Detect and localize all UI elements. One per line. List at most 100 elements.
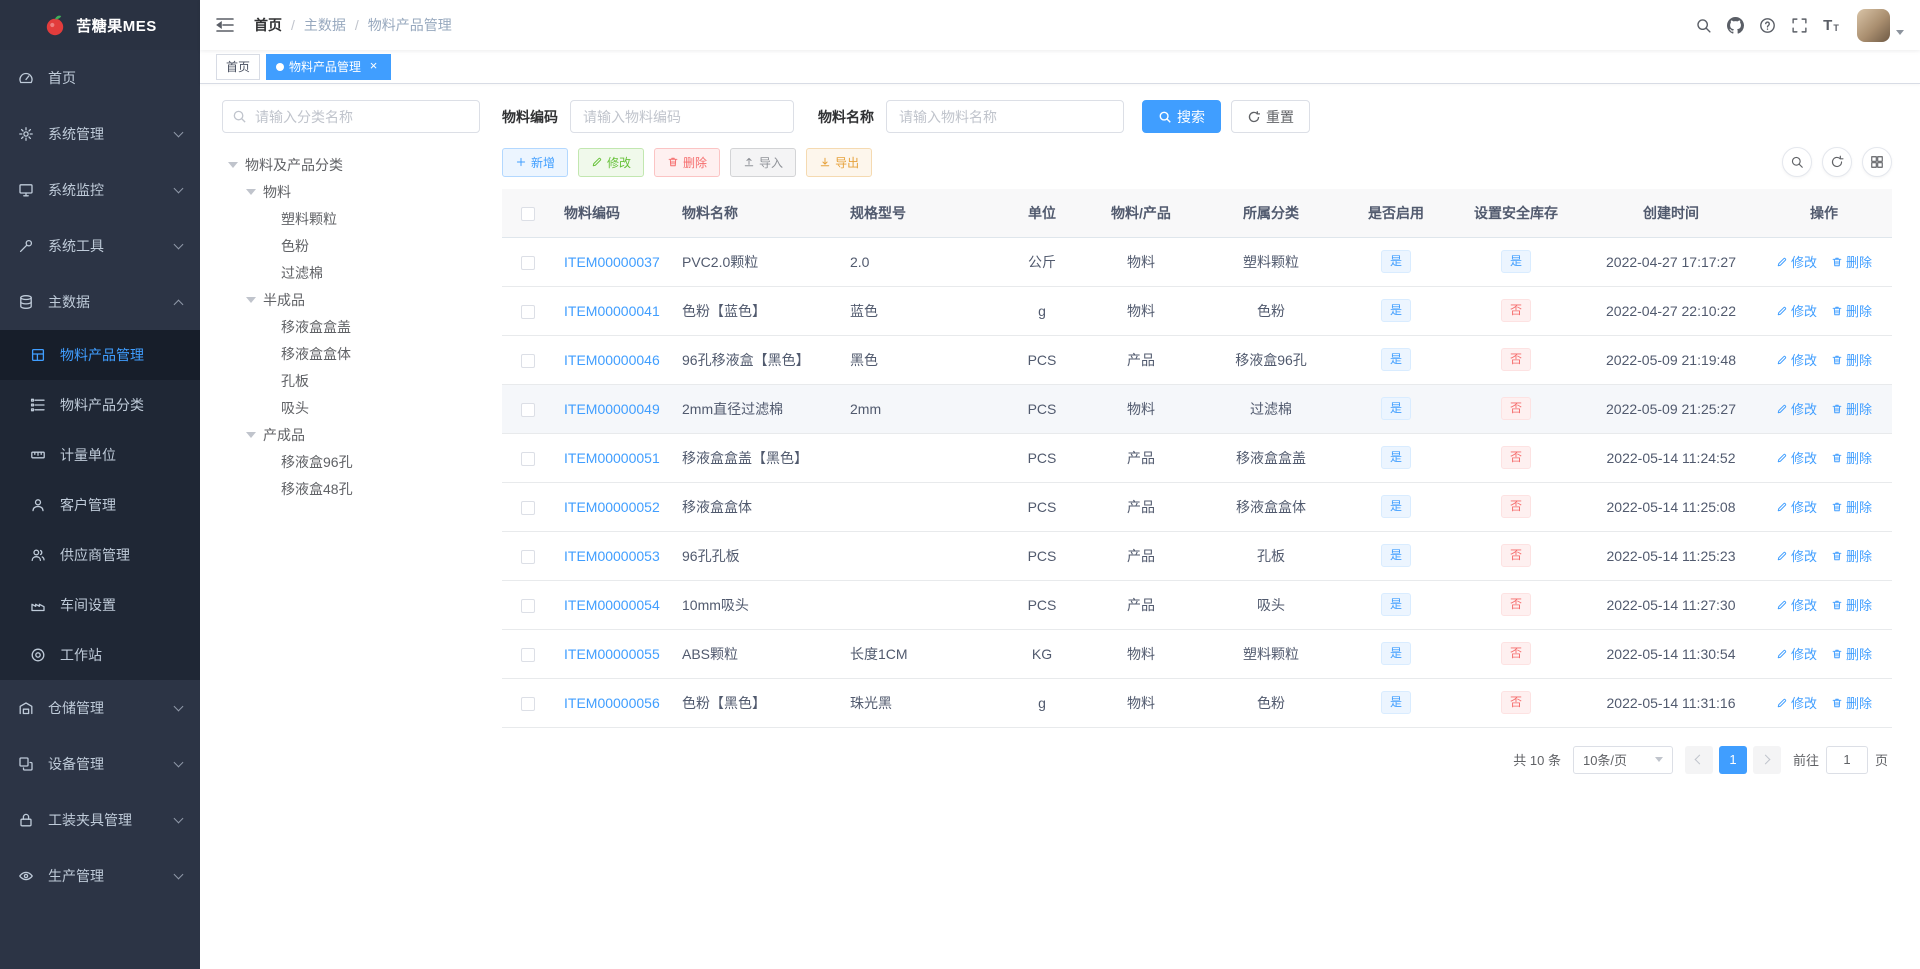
tree-node-物料[interactable]: 物料: [222, 178, 480, 205]
row-checkbox[interactable]: [521, 647, 535, 662]
table-row[interactable]: ITEM00000054 10mm吸头 PCS 产品 吸头 是 否 2022-05-14 11…: [502, 580, 1892, 630]
tree-node-移液盒盒盖[interactable]: 移液盒盒盖: [222, 313, 480, 340]
caret-down-icon[interactable]: [228, 161, 238, 168]
edit-row-button[interactable]: 修改: [1776, 595, 1817, 614]
tree-node-产成品[interactable]: 产成品: [222, 421, 480, 448]
reset-button[interactable]: 重置: [1231, 100, 1310, 133]
material-code-link[interactable]: ITEM00000055: [564, 646, 660, 662]
question-button[interactable]: [1751, 0, 1783, 50]
sidebar-item-device[interactable]: 设备管理: [0, 736, 200, 792]
table-row[interactable]: ITEM00000051 移液盒盒盖【黑色】 PCS 产品 移液盒盒盖 是 否 2022-05…: [502, 433, 1892, 483]
row-checkbox[interactable]: [521, 255, 535, 270]
material-code-link[interactable]: ITEM00000046: [564, 352, 660, 368]
tree-node-移液盒96孔[interactable]: 移液盒96孔: [222, 448, 480, 475]
prev-page-button[interactable]: [1684, 745, 1713, 774]
table-row[interactable]: ITEM00000041 色粉【蓝色】 蓝色 g 物料 色粉 是 否 2022-04-27 22…: [502, 286, 1892, 336]
delete-row-button[interactable]: 删除: [1831, 546, 1872, 565]
fullscreen-button[interactable]: [1783, 0, 1815, 50]
edit-row-button[interactable]: 修改: [1776, 399, 1817, 418]
tree-node-移液盒48孔[interactable]: 移液盒48孔: [222, 475, 480, 502]
font-size-button[interactable]: TT: [1815, 0, 1847, 50]
user-menu[interactable]: [1857, 8, 1904, 42]
delete-button[interactable]: 删除: [654, 147, 721, 177]
material-code-link[interactable]: ITEM00000041: [564, 303, 660, 319]
sidebar-subitem-计量单位[interactable]: 计量单位: [0, 430, 200, 480]
edit-row-button[interactable]: 修改: [1776, 448, 1817, 467]
delete-row-button[interactable]: 删除: [1831, 301, 1872, 320]
row-checkbox[interactable]: [521, 598, 535, 613]
tree-node-物料及产品分类[interactable]: 物料及产品分类: [222, 151, 480, 178]
delete-row-button[interactable]: 删除: [1831, 399, 1872, 418]
material-code-link[interactable]: ITEM00000037: [564, 254, 660, 270]
category-search-input[interactable]: [222, 100, 480, 133]
row-checkbox[interactable]: [521, 451, 535, 466]
close-icon[interactable]: ×: [366, 59, 381, 74]
export-button[interactable]: 导出: [806, 147, 873, 177]
sidebar-subitem-客户管理[interactable]: 客户管理: [0, 480, 200, 530]
sidebar-item-home[interactable]: 首页: [0, 50, 200, 106]
edit-row-button[interactable]: 修改: [1776, 252, 1817, 271]
sidebar-subitem-车间设置[interactable]: 车间设置: [0, 580, 200, 630]
refresh-toggle-button[interactable]: [1822, 147, 1852, 177]
columns-toggle-button[interactable]: [1862, 147, 1892, 177]
breadcrumb-item[interactable]: 首页: [254, 15, 282, 35]
edit-row-button[interactable]: 修改: [1776, 693, 1817, 712]
row-checkbox[interactable]: [521, 696, 535, 711]
table-row[interactable]: ITEM00000052 移液盒盒体 PCS 产品 移液盒盒体 是 否 2022-05-14 …: [502, 482, 1892, 532]
table-row[interactable]: ITEM00000055 ABS颗粒 长度1CM KG 物料 塑料颗粒 是 否 2022-05-…: [502, 629, 1892, 679]
sidebar-item-fixture[interactable]: 工装夹具管理: [0, 792, 200, 848]
search-button[interactable]: 搜索: [1142, 100, 1221, 133]
material-code-link[interactable]: ITEM00000051: [564, 450, 660, 466]
edit-row-button[interactable]: 修改: [1776, 546, 1817, 565]
delete-row-button[interactable]: 删除: [1831, 644, 1872, 663]
material-code-link[interactable]: ITEM00000049: [564, 401, 660, 417]
sidebar-item-master-data[interactable]: 主数据: [0, 274, 200, 330]
material-code-link[interactable]: ITEM00000053: [564, 548, 660, 564]
search-button[interactable]: [1687, 0, 1719, 50]
material-code-link[interactable]: ITEM00000054: [564, 597, 660, 613]
row-checkbox[interactable]: [521, 549, 535, 564]
tree-node-移液盒盒体[interactable]: 移液盒盒体: [222, 340, 480, 367]
delete-row-button[interactable]: 删除: [1831, 350, 1872, 369]
sidebar-subitem-物料产品管理[interactable]: 物料产品管理: [0, 330, 200, 380]
edit-row-button[interactable]: 修改: [1776, 644, 1817, 663]
github-button[interactable]: [1719, 0, 1751, 50]
tree-node-过滤棉[interactable]: 过滤棉: [222, 259, 480, 286]
material-code-input[interactable]: [570, 100, 794, 133]
page-size-select[interactable]: 10条/页: [1572, 745, 1673, 774]
table-row[interactable]: ITEM00000056 色粉【黑色】 珠光黑 g 物料 色粉 是 否 2022-05-14 1…: [502, 678, 1892, 728]
sidebar-item-system[interactable]: 系统管理: [0, 106, 200, 162]
row-checkbox[interactable]: [521, 304, 535, 319]
sidebar-item-tools[interactable]: 系统工具: [0, 218, 200, 274]
sidebar-subitem-物料产品分类[interactable]: 物料产品分类: [0, 380, 200, 430]
row-checkbox[interactable]: [521, 402, 535, 417]
material-name-input[interactable]: [886, 100, 1124, 133]
delete-row-button[interactable]: 删除: [1831, 693, 1872, 712]
tree-node-色粉[interactable]: 色粉: [222, 232, 480, 259]
sidebar-subitem-供应商管理[interactable]: 供应商管理: [0, 530, 200, 580]
sidebar-subitem-工作站[interactable]: 工作站: [0, 630, 200, 680]
delete-row-button[interactable]: 删除: [1831, 497, 1872, 516]
sidebar-item-warehouse[interactable]: 仓储管理: [0, 680, 200, 736]
page-number-button[interactable]: 1: [1718, 745, 1747, 774]
sidebar-item-monitor[interactable]: 系统监控: [0, 162, 200, 218]
delete-row-button[interactable]: 删除: [1831, 448, 1872, 467]
sidebar-toggle-button[interactable]: [200, 0, 250, 50]
tree-node-吸头[interactable]: 吸头: [222, 394, 480, 421]
table-row[interactable]: ITEM00000049 2mm直径过滤棉 2mm PCS 物料 过滤棉 是 否 2022-05…: [502, 384, 1892, 434]
tree-node-塑料颗粒[interactable]: 塑料颗粒: [222, 205, 480, 232]
table-row[interactable]: ITEM00000046 96孔移液盒【黑色】 黑色 PCS 产品 移液盒96孔 是 否 202…: [502, 335, 1892, 385]
caret-down-icon[interactable]: [246, 431, 256, 438]
select-all-checkbox[interactable]: [521, 206, 535, 221]
edit-row-button[interactable]: 修改: [1776, 497, 1817, 516]
row-checkbox[interactable]: [521, 353, 535, 368]
table-row[interactable]: ITEM00000037 PVC2.0颗粒 2.0 公斤 物料 塑料颗粒 是 是 2022-04…: [502, 237, 1892, 287]
edit-row-button[interactable]: 修改: [1776, 350, 1817, 369]
tab-物料产品管理[interactable]: 物料产品管理 ×: [266, 53, 392, 80]
delete-row-button[interactable]: 删除: [1831, 595, 1872, 614]
tree-node-孔板[interactable]: 孔板: [222, 367, 480, 394]
caret-down-icon[interactable]: [246, 188, 256, 195]
caret-down-icon[interactable]: [246, 296, 256, 303]
tree-node-半成品[interactable]: 半成品: [222, 286, 480, 313]
table-row[interactable]: ITEM00000053 96孔孔板 PCS 产品 孔板 是 否 2022-05-14 11:…: [502, 531, 1892, 581]
